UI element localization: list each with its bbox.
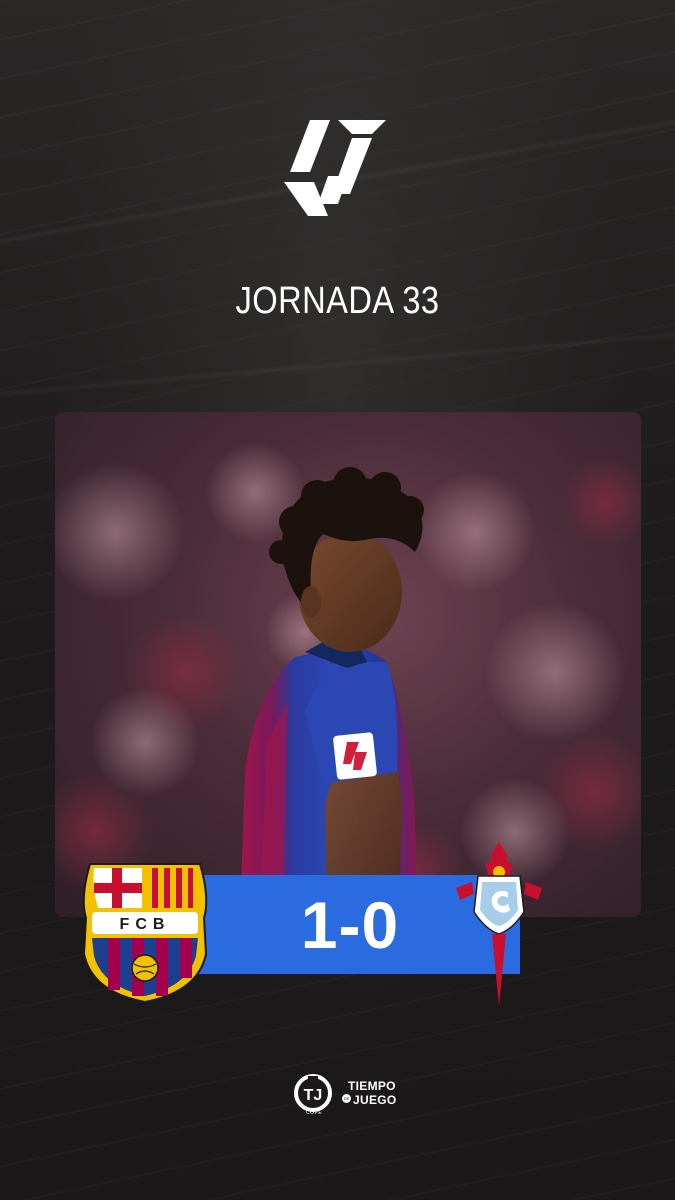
brand-sub-label: COPE (306, 1110, 323, 1116)
celta-vigo-crest-icon (456, 842, 542, 1006)
brand-connector: DE (342, 1094, 351, 1103)
matchday-title: JORNADA 33 (235, 280, 440, 322)
svg-text:TJ: TJ (304, 1087, 323, 1104)
player-photo (55, 412, 641, 917)
tiempo-de-juego-logo: TJ COPE TIEMPO DE JUEGO (290, 1072, 410, 1118)
crest-text: FCB (120, 916, 171, 933)
fc-barcelona-crest-icon: FCB (82, 863, 208, 1004)
brand-word-juego: JUEGO (353, 1093, 397, 1107)
brand-word-tiempo: TIEMPO (348, 1079, 396, 1093)
laliga-logo-icon (284, 120, 386, 216)
match-score: 1-0 (300, 887, 400, 962)
